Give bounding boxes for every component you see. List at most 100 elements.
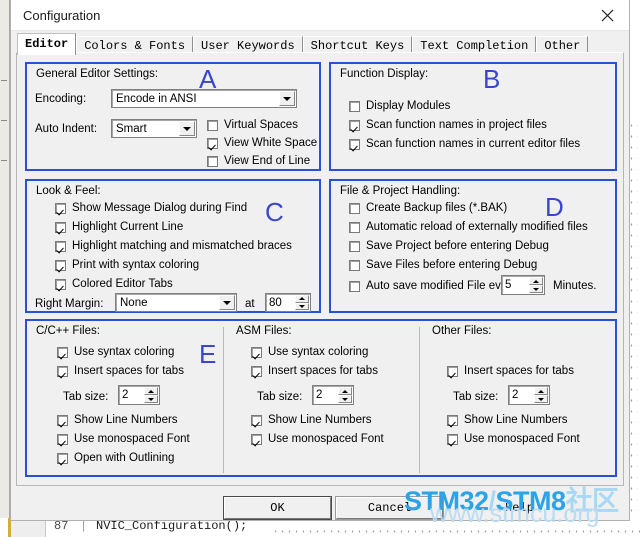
- checkbox-indicator[interactable]: [57, 433, 68, 445]
- group-general-editor-settings-title: General Editor Settings:: [34, 68, 161, 80]
- help-button[interactable]: Help: [466, 497, 573, 519]
- checkbox-other-show-line-numbers[interactable]: Show Line Numbers: [447, 414, 568, 426]
- auto-indent-combobox[interactable]: Smart: [111, 119, 197, 138]
- checkbox-automatic-reload[interactable]: Automatic reload of externally modified …: [349, 221, 588, 233]
- stepper-down-icon[interactable]: [295, 302, 309, 310]
- close-icon[interactable]: [585, 0, 629, 30]
- checkbox-indicator[interactable]: [57, 346, 68, 358]
- checkbox-create-backup-files[interactable]: Create Backup files (*.BAK): [349, 202, 507, 214]
- stepper-down-icon[interactable]: [144, 395, 158, 403]
- cancel-button[interactable]: Cancel: [335, 496, 444, 520]
- encoding-combobox[interactable]: Encode in ANSI: [111, 89, 297, 108]
- checkbox-indicator[interactable]: [349, 119, 360, 131]
- checkbox-asm-use-monospaced-font[interactable]: Use monospaced Font: [251, 433, 384, 445]
- checkbox-label: Highlight matching and mismatched braces: [72, 240, 292, 252]
- chevron-down-icon[interactable]: [279, 91, 295, 106]
- checkbox-label: Insert spaces for tabs: [464, 365, 574, 377]
- checkbox-indicator[interactable]: [251, 433, 262, 445]
- checkbox-indicator[interactable]: [251, 365, 262, 377]
- checkbox-indicator[interactable]: [55, 240, 66, 252]
- chevron-down-icon[interactable]: [179, 121, 195, 136]
- checkbox-print-with-syntax-coloring[interactable]: Print with syntax coloring: [55, 259, 199, 271]
- editor-tab-panel: General Editor Settings: A Encoding: Enc…: [16, 52, 624, 486]
- checkbox-indicator[interactable]: [251, 346, 262, 358]
- checkbox-auto-save-modified-file[interactable]: Auto save modified File every: [349, 280, 517, 292]
- stepper-down-icon[interactable]: [529, 285, 543, 293]
- checkbox-indicator[interactable]: [349, 138, 360, 150]
- checkbox-virtual-spaces[interactable]: Virtual Spaces: [207, 119, 298, 131]
- checkbox-c-show-line-numbers[interactable]: Show Line Numbers: [57, 414, 178, 426]
- group-look-and-feel: Look & Feel: C Show Message Dialog durin…: [25, 179, 321, 313]
- checkbox-c-use-syntax-coloring[interactable]: Use syntax coloring: [57, 346, 174, 358]
- right-margin-column-stepper[interactable]: 80: [265, 293, 311, 312]
- configuration-dialog: Configuration Editor Colors & Fonts User…: [10, 0, 630, 521]
- checkbox-display-modules[interactable]: Display Modules: [349, 100, 450, 112]
- group-file-type-settings: E C/C++ Files: Use syntax coloring Inser…: [25, 319, 617, 477]
- checkbox-indicator[interactable]: [349, 259, 360, 271]
- stepper-up-icon[interactable]: [295, 295, 309, 303]
- checkbox-scan-current-editor-files[interactable]: Scan function names in current editor fi…: [349, 138, 580, 150]
- stepper-up-icon[interactable]: [144, 387, 158, 395]
- chevron-down-icon[interactable]: [219, 295, 235, 310]
- checkbox-scan-project-files[interactable]: Scan function names in project files: [349, 119, 547, 131]
- checkbox-indicator[interactable]: [207, 137, 218, 149]
- checkbox-indicator[interactable]: [207, 119, 218, 131]
- checkbox-indicator[interactable]: [55, 259, 66, 271]
- checkbox-indicator[interactable]: [349, 202, 360, 214]
- checkbox-label: Highlight Current Line: [72, 221, 184, 233]
- asm-tab-size-stepper[interactable]: 2: [312, 385, 354, 405]
- checkbox-indicator[interactable]: [55, 221, 66, 233]
- checkbox-asm-show-line-numbers[interactable]: Show Line Numbers: [251, 414, 372, 426]
- other-tab-size-stepper[interactable]: 2: [508, 385, 550, 405]
- encoding-value: Encode in ANSI: [116, 92, 197, 105]
- right-margin-combobox[interactable]: None: [115, 293, 237, 312]
- checkbox-other-use-monospaced-font[interactable]: Use monospaced Font: [447, 433, 580, 445]
- stepper-up-icon[interactable]: [529, 277, 543, 285]
- tab-editor[interactable]: Editor: [17, 33, 77, 55]
- checkbox-indicator[interactable]: [447, 365, 458, 377]
- editor-code-text: NVIC_Configuration();: [96, 519, 248, 533]
- checkbox-highlight-braces[interactable]: Highlight matching and mismatched braces: [55, 240, 292, 252]
- checkbox-label: Auto save modified File every: [366, 280, 517, 292]
- group-file-and-project-handling: File & Project Handling: D Create Backup…: [329, 179, 617, 313]
- checkbox-highlight-current-line[interactable]: Highlight Current Line: [55, 221, 183, 233]
- checkbox-save-project-before-debug[interactable]: Save Project before entering Debug: [349, 240, 549, 252]
- checkbox-indicator[interactable]: [349, 100, 360, 112]
- auto-save-minutes-stepper[interactable]: 5: [501, 275, 545, 295]
- c-tab-size-stepper[interactable]: 2: [118, 385, 160, 405]
- checkbox-indicator[interactable]: [447, 433, 458, 445]
- checkbox-colored-editor-tabs[interactable]: Colored Editor Tabs: [55, 278, 173, 290]
- checkbox-c-use-monospaced-font[interactable]: Use monospaced Font: [57, 433, 190, 445]
- checkbox-show-message-dialog-during-find[interactable]: Show Message Dialog during Find: [55, 202, 247, 214]
- stepper-down-icon[interactable]: [338, 395, 352, 403]
- checkbox-asm-insert-spaces-for-tabs[interactable]: Insert spaces for tabs: [251, 365, 378, 377]
- checkbox-view-white-space[interactable]: View White Space: [207, 137, 317, 149]
- checkbox-view-end-of-line[interactable]: View End of Line: [207, 155, 310, 167]
- checkbox-indicator[interactable]: [349, 221, 360, 233]
- checkbox-indicator[interactable]: [251, 414, 262, 426]
- ok-button[interactable]: OK: [223, 496, 332, 520]
- checkbox-indicator[interactable]: [207, 155, 218, 167]
- checkbox-indicator[interactable]: [55, 202, 66, 214]
- auto-indent-value: Smart: [116, 122, 147, 135]
- checkbox-c-insert-spaces-for-tabs[interactable]: Insert spaces for tabs: [57, 365, 184, 377]
- checkbox-indicator[interactable]: [349, 280, 360, 292]
- checkbox-indicator[interactable]: [349, 240, 360, 252]
- checkbox-indicator[interactable]: [55, 278, 66, 290]
- stepper-up-icon[interactable]: [534, 387, 548, 395]
- stepper-value: 80: [269, 296, 282, 309]
- stepper-up-icon[interactable]: [338, 387, 352, 395]
- stepper-value: 2: [122, 389, 129, 401]
- checkbox-c-open-with-outlining[interactable]: Open with Outlining: [57, 452, 174, 464]
- auto-save-minutes-suffix: Minutes.: [553, 280, 597, 292]
- checkbox-save-files-before-debug[interactable]: Save Files before entering Debug: [349, 259, 537, 271]
- editor-whitespace-dots: [272, 526, 640, 534]
- checkbox-asm-use-syntax-coloring[interactable]: Use syntax coloring: [251, 346, 368, 358]
- checkbox-indicator[interactable]: [57, 414, 68, 426]
- checkbox-indicator[interactable]: [57, 365, 68, 377]
- checkbox-indicator[interactable]: [57, 452, 68, 464]
- stepper-down-icon[interactable]: [534, 395, 548, 403]
- annotation-letter-b: B: [483, 64, 501, 94]
- checkbox-other-insert-spaces-for-tabs[interactable]: Insert spaces for tabs: [447, 365, 574, 377]
- checkbox-indicator[interactable]: [447, 414, 458, 426]
